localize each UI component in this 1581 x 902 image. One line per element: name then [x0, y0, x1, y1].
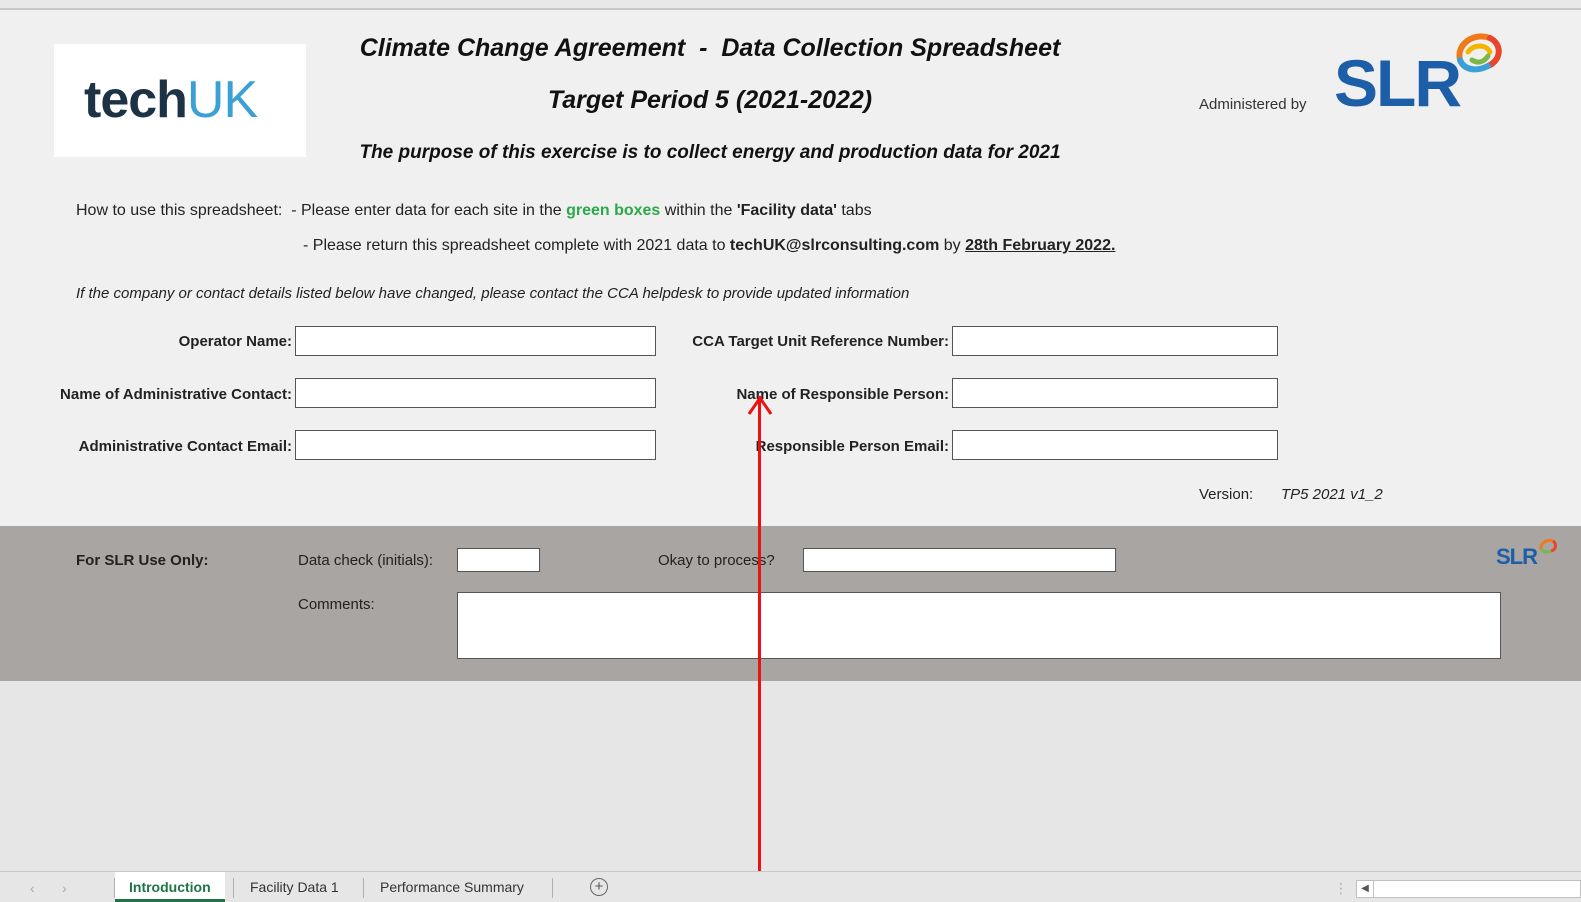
tab-separator	[233, 878, 234, 898]
data-check-label: Data check (initials):	[298, 552, 434, 569]
horizontal-scrollbar[interactable]: ◀	[1356, 880, 1581, 898]
annotation-arrow-line	[758, 396, 761, 901]
admin-email-label: Administrative Contact Email:	[78, 438, 292, 455]
scrollbar-splitter-icon[interactable]: ⋮	[1334, 880, 1348, 897]
slr-logo: SLR	[1334, 30, 1504, 120]
slr-mini-logo-text: SLR	[1496, 544, 1538, 569]
responsible-email-label: Responsible Person Email:	[755, 438, 949, 455]
responsible-email-field[interactable]	[952, 430, 1278, 460]
tab-facility-data-1[interactable]: Facility Data 1	[236, 872, 353, 902]
slr-mini-swirl-icon	[1539, 539, 1557, 554]
version-label: Version:	[1199, 486, 1254, 503]
tab-separator	[552, 878, 553, 898]
cca-ref-label: CCA Target Unit Reference Number:	[692, 333, 949, 350]
prev-sheet-icon[interactable]: ‹	[30, 880, 35, 896]
cca-ref-input[interactable]	[953, 327, 1277, 355]
deadline-date: 28th February 2022.	[965, 237, 1116, 254]
add-sheet-icon[interactable]: +	[590, 878, 608, 896]
slr-use-heading: For SLR Use Only:	[76, 552, 209, 569]
empty-area	[0, 681, 1581, 871]
responsible-person-input[interactable]	[953, 379, 1277, 407]
okay-to-process-input[interactable]	[804, 549, 1115, 571]
helpdesk-note: If the company or contact details listed…	[76, 285, 910, 302]
administered-by-label: Administered by	[1199, 96, 1307, 113]
techuk-logo: techUK	[54, 44, 306, 157]
admin-contact-input[interactable]	[296, 379, 655, 407]
comments-field[interactable]	[457, 592, 1501, 659]
admin-email-input[interactable]	[296, 431, 655, 459]
slr-mini-logo: SLR	[1496, 538, 1560, 574]
okay-to-process-field[interactable]	[803, 548, 1116, 572]
sheet-tab-bar: ‹ › Introduction Facility Data 1 Perform…	[0, 871, 1581, 902]
operator-name-label: Operator Name:	[178, 333, 292, 350]
green-boxes-text: green boxes	[566, 202, 661, 219]
cca-ref-field[interactable]	[952, 326, 1278, 356]
admin-contact-field[interactable]	[295, 378, 656, 408]
spreadsheet-intro-sheet: techUK Climate Change Agreement - Data C…	[0, 0, 1581, 902]
instruction-line-1: How to use this spreadsheet: - Please en…	[76, 202, 872, 219]
tab-separator	[363, 878, 364, 898]
instruction-line-2: - Please return this spreadsheet complet…	[303, 237, 1116, 254]
admin-contact-label: Name of Administrative Contact:	[60, 386, 292, 403]
slr-logo-text: SLR	[1334, 46, 1462, 120]
tab-performance-summary[interactable]: Performance Summary	[366, 872, 538, 902]
purpose-statement: The purpose of this exercise is to colle…	[359, 142, 1061, 163]
next-sheet-icon[interactable]: ›	[62, 880, 67, 896]
return-email: techUK@slrconsulting.com	[729, 237, 940, 254]
data-check-input[interactable]	[458, 549, 539, 571]
operator-name-field[interactable]	[295, 326, 656, 356]
page-subtitle: Target Period 5 (2021-2022)	[547, 86, 873, 114]
comments-textarea[interactable]	[458, 593, 1500, 658]
comments-label: Comments:	[298, 596, 375, 613]
arrow-up-icon	[747, 395, 773, 415]
version-value: TP5 2021 v1_2	[1281, 486, 1383, 503]
techuk-logo-text: techUK	[84, 71, 258, 129]
operator-name-input[interactable]	[296, 327, 655, 355]
page-title: Climate Change Agreement - Data Collecti…	[359, 34, 1061, 62]
tab-introduction[interactable]: Introduction	[115, 872, 225, 902]
responsible-person-field[interactable]	[952, 378, 1278, 408]
responsible-email-input[interactable]	[953, 431, 1277, 459]
scroll-left-icon[interactable]: ◀	[1357, 881, 1374, 897]
admin-email-field[interactable]	[295, 430, 656, 460]
slr-swirl-icon	[1456, 33, 1502, 73]
data-check-field[interactable]	[457, 548, 540, 572]
